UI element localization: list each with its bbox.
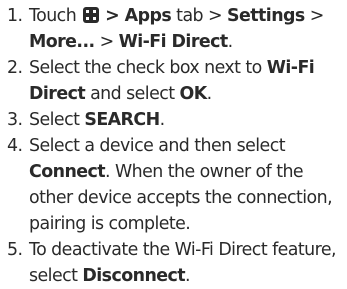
step-text-end: . bbox=[227, 32, 234, 52]
step-5: 5. To deactivate the Wi-Fi Direct featur… bbox=[7, 237, 337, 289]
separator: > bbox=[309, 6, 325, 26]
step-1: 1. Touch > Apps tab > Settings > More...… bbox=[7, 3, 336, 55]
step-text-end: . bbox=[206, 84, 213, 104]
separator: > bbox=[99, 32, 115, 52]
disconnect-label: Disconnect bbox=[82, 266, 186, 286]
step-4: 4. Select a device and then select Conne… bbox=[7, 133, 336, 237]
step-text-lead: Touch bbox=[29, 6, 77, 26]
step-text: Select the check box next to Wi-Fi Direc… bbox=[29, 55, 336, 107]
settings-label: Settings bbox=[227, 6, 305, 26]
ok-label: OK bbox=[179, 84, 207, 104]
step-text: Select a device and then select Connect.… bbox=[29, 133, 336, 237]
step-text-mid: and select bbox=[90, 84, 175, 104]
apps-grid-icon bbox=[83, 7, 100, 23]
step-number: 1. bbox=[7, 6, 23, 26]
step-number: 2. bbox=[7, 58, 23, 78]
tab-text: tab > bbox=[176, 6, 223, 26]
apps-label: > Apps bbox=[105, 6, 172, 26]
instruction-steps: 1. Touch > Apps tab > Settings > More...… bbox=[0, 0, 337, 289]
more-label: More... bbox=[29, 32, 95, 52]
step-3: 3. Select SEARCH. bbox=[7, 107, 336, 133]
step-number: 5. bbox=[7, 240, 23, 260]
step-text: Select SEARCH. bbox=[29, 107, 336, 133]
step-text-lead: Select a device and then select bbox=[29, 136, 286, 156]
search-label: SEARCH bbox=[84, 110, 160, 130]
step-text: To deactivate the Wi-Fi Direct feature, … bbox=[29, 237, 337, 289]
step-text-lead: Select bbox=[29, 110, 80, 130]
step-text-end: . bbox=[159, 110, 166, 130]
step-text: Touch > Apps tab > Settings > More... > … bbox=[29, 3, 336, 55]
wifi-direct-label: Wi-Fi Direct bbox=[118, 32, 229, 52]
step-number: 3. bbox=[7, 110, 23, 130]
step-text-lead: Select the check box next to bbox=[29, 58, 262, 78]
step-text-end: . bbox=[185, 266, 191, 286]
step-2: 2. Select the check box next to Wi-Fi Di… bbox=[7, 55, 336, 107]
connect-label: Connect bbox=[29, 162, 106, 182]
step-number: 4. bbox=[7, 136, 23, 156]
